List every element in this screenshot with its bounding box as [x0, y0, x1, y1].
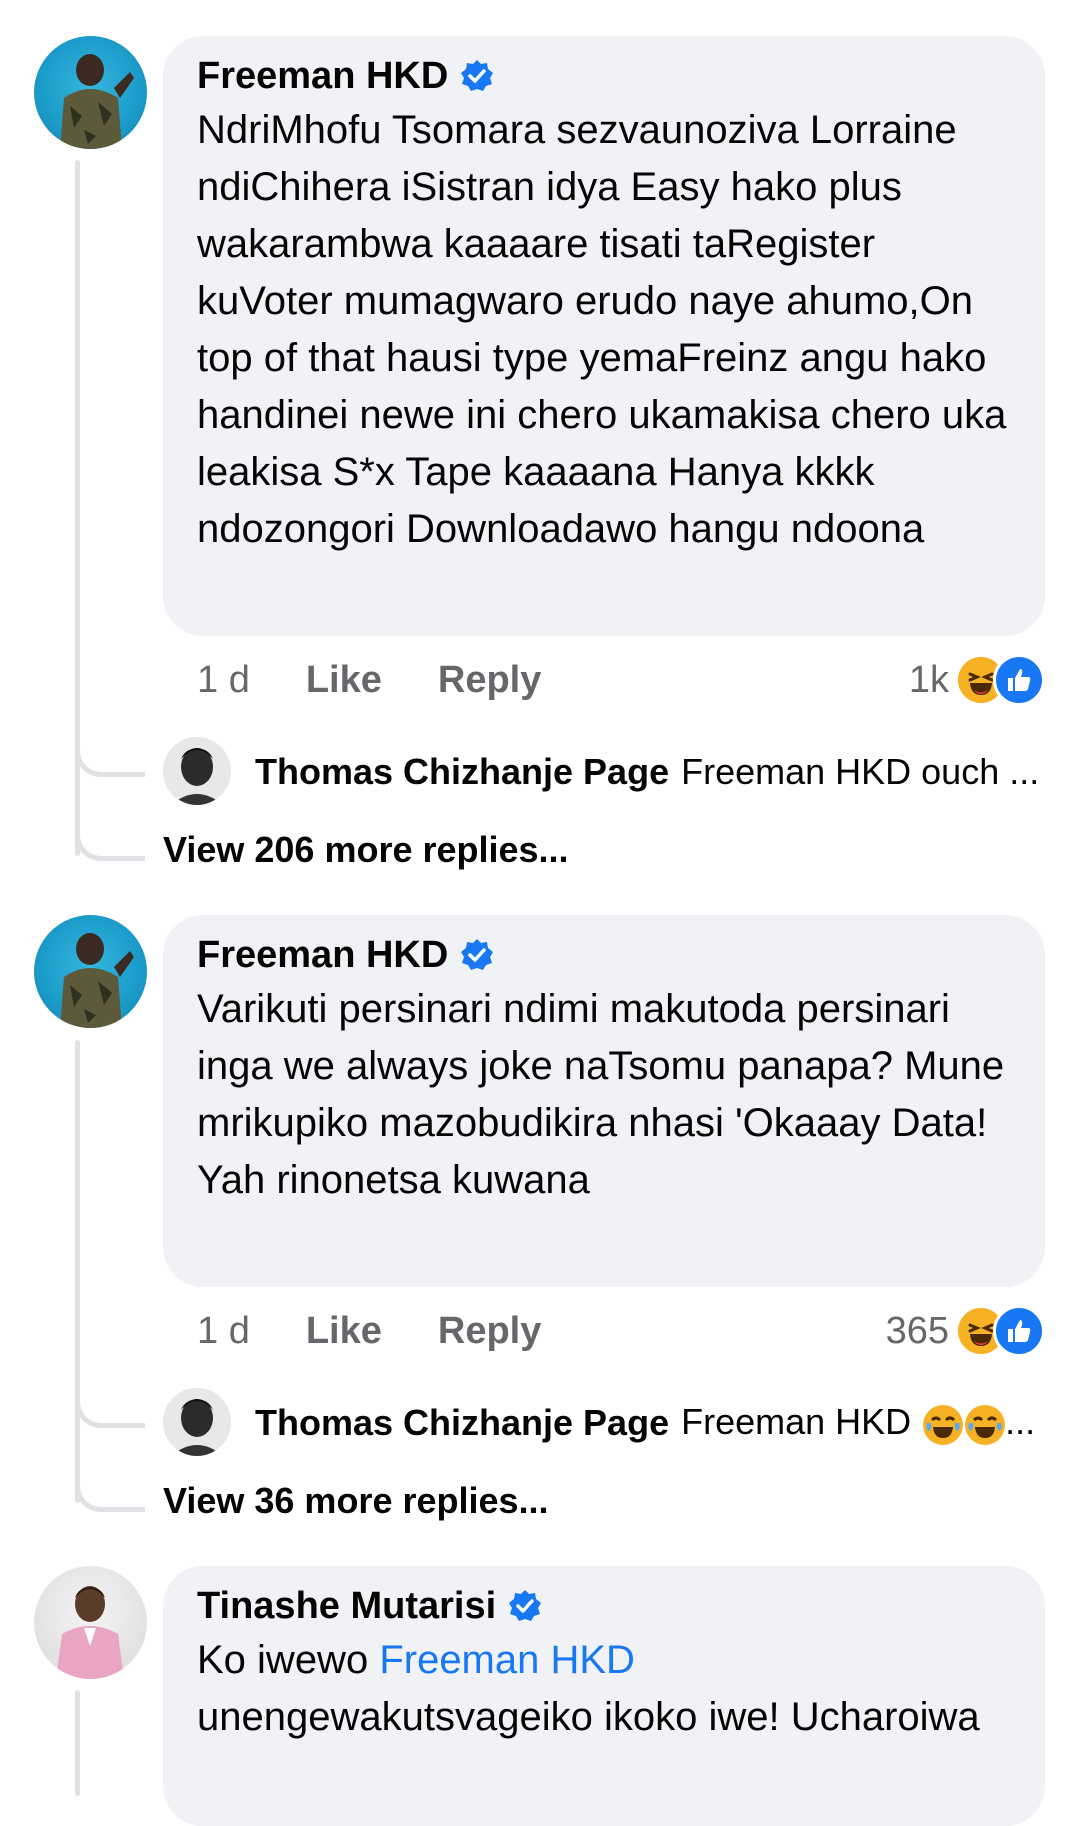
- author-name[interactable]: Tinashe Mutarisi: [197, 1584, 496, 1628]
- comment-text-prefix: Ko iwewo: [197, 1638, 380, 1682]
- crying-laughing-emoji-icon: [923, 1404, 964, 1445]
- thread-curve: [75, 747, 145, 777]
- comment-author[interactable]: Tinashe Mutarisi: [197, 1584, 1011, 1628]
- comment-author[interactable]: Freeman HKD: [197, 54, 1011, 98]
- avatar[interactable]: [163, 737, 231, 805]
- like-icon: [993, 654, 1045, 706]
- verified-badge-icon: [461, 60, 494, 91]
- reactions-summary[interactable]: 1k: [909, 654, 1045, 706]
- author-name[interactable]: Freeman HKD: [197, 54, 448, 98]
- comment-actions: 1 d Like Reply 365: [197, 1305, 1045, 1357]
- reply-button[interactable]: Reply: [438, 1310, 541, 1353]
- avatar[interactable]: [34, 36, 147, 149]
- view-more-replies[interactable]: View 206 more replies...: [163, 828, 569, 872]
- mention-link[interactable]: Freeman HKD: [379, 1638, 635, 1682]
- thread-curve: [75, 831, 145, 861]
- verified-badge-icon: [509, 1590, 542, 1621]
- reply-preview[interactable]: Thomas Chizhanje Page Freeman HKD ...: [163, 1388, 1045, 1458]
- verified-badge-icon: [461, 939, 494, 970]
- reply-button[interactable]: Reply: [438, 659, 541, 702]
- comment-time[interactable]: 1 d: [197, 1310, 250, 1353]
- author-name[interactable]: Freeman HKD: [197, 933, 448, 977]
- reply-preview[interactable]: Thomas Chizhanje Page Freeman HKD ouch .…: [163, 737, 1045, 807]
- like-button[interactable]: Like: [306, 1310, 382, 1353]
- reply-text-mention: Freeman HKD: [681, 1401, 912, 1443]
- avatar[interactable]: [163, 1388, 231, 1456]
- comment-text: Varikuti persinari ndimi makutoda persin…: [197, 987, 1005, 1202]
- comment-time[interactable]: 1 d: [197, 659, 250, 702]
- reactions-summary[interactable]: 365: [886, 1305, 1045, 1357]
- reaction-count: 1k: [908, 658, 949, 701]
- thread-curve: [75, 1398, 145, 1428]
- reply-text-ellipsis: ...: [1005, 1401, 1036, 1443]
- thread-line: [75, 1040, 80, 1503]
- comment-text: Ko iwewo Freeman HKD unengewakutsvageiko…: [197, 1632, 1011, 1746]
- avatar[interactable]: [34, 915, 147, 1028]
- comment-text-rest: unengewakutsvageiko ikoko iwe! Ucharoiwa: [197, 1695, 980, 1739]
- comment-actions: 1 d Like Reply 1k: [197, 654, 1045, 706]
- reply-author[interactable]: Thomas Chizhanje Page: [255, 1402, 669, 1444]
- comment-bubble: Freeman HKD Varikuti persinari ndimi mak…: [163, 915, 1045, 1287]
- like-button[interactable]: Like: [306, 659, 382, 702]
- reply-text: Freeman HKD ouch ...: [681, 751, 1040, 792]
- person-photo-icon: [60, 933, 134, 1028]
- comment-author[interactable]: Freeman HKD: [197, 933, 1011, 977]
- comment-bubble: Tinashe Mutarisi Ko iwewo Freeman HKD un…: [163, 1566, 1045, 1826]
- view-more-replies[interactable]: View 36 more replies...: [163, 1479, 549, 1523]
- reaction-count: 365: [885, 1309, 949, 1352]
- person-photo-icon: [56, 1586, 124, 1679]
- crying-laughing-emoji-icon: [965, 1404, 1006, 1445]
- like-icon: [993, 1305, 1045, 1357]
- avatar[interactable]: [34, 1566, 147, 1679]
- person-photo-icon: [163, 1388, 231, 1456]
- comment-text: NdriMhofu Tsomara sezvaunoziva Lorraine …: [197, 108, 1007, 551]
- comment-bubble: Freeman HKD NdriMhofu Tsomara sezvaunozi…: [163, 36, 1045, 636]
- person-photo-icon: [163, 737, 231, 805]
- thread-curve: [75, 1482, 145, 1512]
- reply-text: Freeman HKD ...: [681, 1401, 1036, 1445]
- reply-author[interactable]: Thomas Chizhanje Page: [255, 751, 669, 793]
- person-photo-icon: [60, 54, 134, 149]
- thread-line: [75, 1690, 80, 1796]
